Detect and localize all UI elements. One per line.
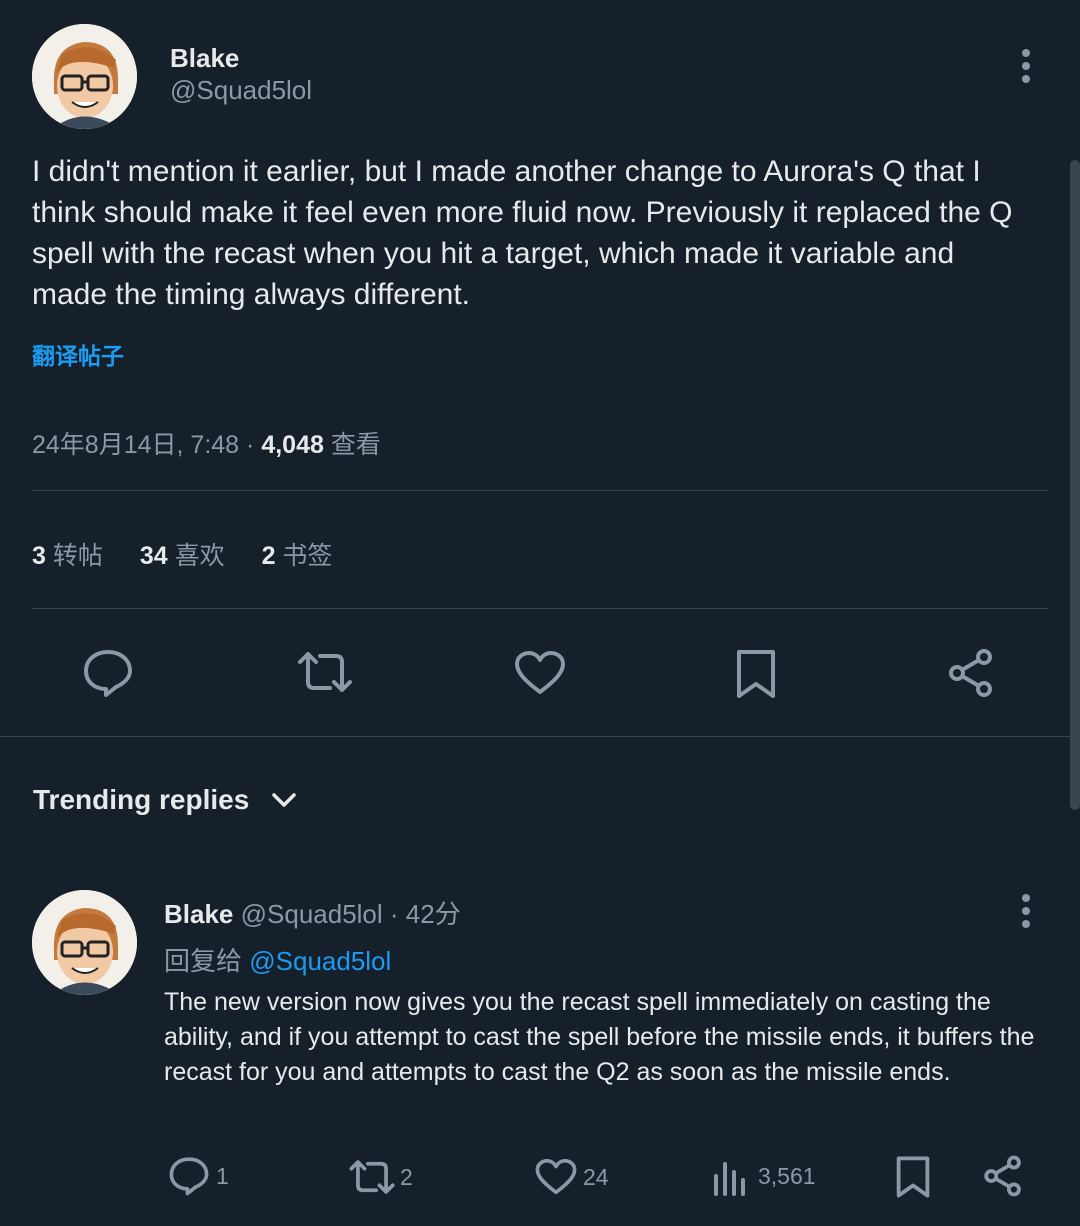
replying-to-handle[interactable]: @Squad5lol xyxy=(249,946,391,976)
likes-stat[interactable]: 34 喜欢 xyxy=(140,542,232,570)
more-options-icon[interactable] xyxy=(1016,48,1036,84)
bookmark-icon[interactable] xyxy=(735,648,777,700)
like-icon[interactable] xyxy=(514,650,566,696)
views-count: 3,561 xyxy=(758,1162,816,1189)
views-chart-icon xyxy=(712,1156,748,1196)
bookmarks-stat[interactable]: 2 书签 xyxy=(262,542,333,570)
reply-body: The new version now gives you the recast… xyxy=(164,988,1035,1086)
like-icon xyxy=(535,1158,577,1196)
views-count: 4,048 xyxy=(261,431,324,459)
reply-more-options-icon[interactable] xyxy=(1016,893,1036,929)
repost-icon[interactable] xyxy=(296,648,354,696)
tweet-body: I didn't mention it earlier, but I made … xyxy=(32,155,1013,311)
reply-icon[interactable] xyxy=(82,648,134,698)
author-name[interactable]: Blake xyxy=(170,43,239,74)
tweet-timestamp[interactable]: 24年8月14日, 7:48 xyxy=(32,431,239,459)
reply-header: Blake @Squad5lol · 42分 xyxy=(164,894,461,931)
reposts-label: 转帖 xyxy=(52,542,103,570)
divider xyxy=(32,608,1048,609)
replies-sort-dropdown[interactable]: Trending replies xyxy=(33,784,297,816)
scrollbar[interactable] xyxy=(1070,160,1080,810)
reply-author-handle[interactable]: @Squad5lol xyxy=(241,899,383,929)
bookmarks-label: 书签 xyxy=(282,542,333,570)
repost-icon xyxy=(348,1157,396,1197)
reposts-stat[interactable]: 3 转帖 xyxy=(32,542,110,570)
replying-to: 回复给 @Squad5lol xyxy=(164,941,391,978)
reposts-count: 3 xyxy=(32,542,46,570)
reply-icon xyxy=(168,1156,210,1196)
divider xyxy=(32,490,1048,491)
avatar-image xyxy=(32,890,137,995)
chevron-down-icon xyxy=(271,792,297,808)
engagement-stats: 3 转帖 34 喜欢 2 书签 xyxy=(32,536,332,572)
avatar[interactable] xyxy=(32,24,137,129)
translate-post-link[interactable]: 翻译帖子 xyxy=(32,337,124,371)
repost-count: 2 xyxy=(400,1163,413,1190)
avatar-image xyxy=(32,24,137,129)
reply-author-name[interactable]: Blake xyxy=(164,899,233,929)
share-icon[interactable] xyxy=(946,648,996,698)
reply-avatar[interactable] xyxy=(32,890,137,995)
reply-time[interactable]: · 42分 xyxy=(390,899,461,929)
reply-share-icon[interactable] xyxy=(982,1155,1024,1197)
bookmarks-count: 2 xyxy=(261,542,276,570)
reply-count: 1 xyxy=(216,1162,229,1189)
likes-count: 34 xyxy=(139,542,168,570)
tweet-meta: 24年8月14日, 7:48 · 4,048 查看 xyxy=(32,425,381,461)
replying-to-label: 回复给 xyxy=(164,946,243,976)
reply-action-reply[interactable]: 1 xyxy=(168,1156,229,1196)
reply-action-repost[interactable]: 2 xyxy=(348,1157,413,1197)
like-count: 24 xyxy=(583,1163,609,1190)
reply-bookmark-icon[interactable] xyxy=(895,1155,931,1199)
reply-action-views[interactable]: 3,561 xyxy=(712,1156,816,1196)
meta-separator: · xyxy=(246,431,255,459)
views-label: 查看 xyxy=(330,431,381,459)
author-handle[interactable]: @Squad5lol xyxy=(170,75,312,106)
reply-action-like[interactable]: 24 xyxy=(535,1158,609,1196)
likes-label: 喜欢 xyxy=(174,542,225,570)
replies-section-title: Trending replies xyxy=(33,784,250,815)
section-divider xyxy=(0,736,1080,737)
